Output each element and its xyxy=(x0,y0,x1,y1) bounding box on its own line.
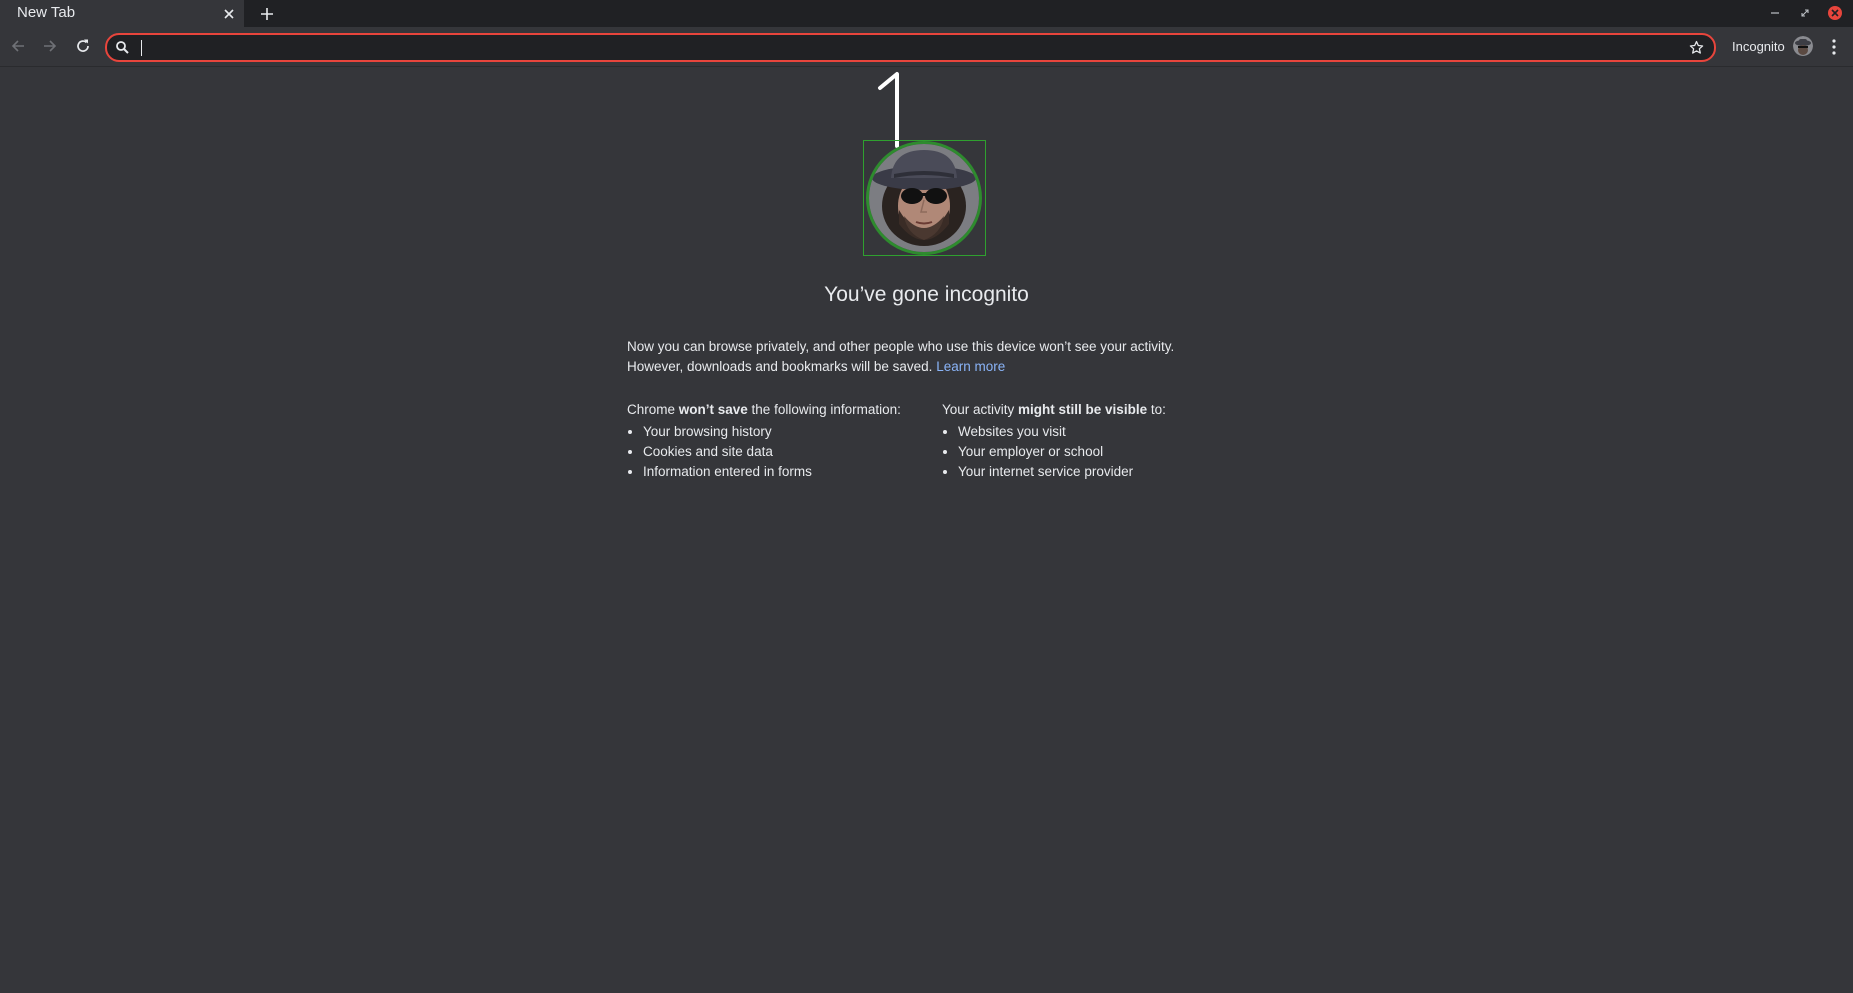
list-item: Information entered in forms xyxy=(643,462,901,482)
still-visible-prefix: Your activity xyxy=(942,402,1019,417)
window-close-icon[interactable] xyxy=(1825,3,1845,23)
list-item: Your internet service provider xyxy=(958,462,1166,482)
still-visible-heading: Your activity might still be visible to: xyxy=(942,400,1166,420)
kebab-menu-icon[interactable] xyxy=(1826,36,1842,58)
intro-line-1: Now you can browse privately, and other … xyxy=(627,339,1175,354)
tab-strip: New Tab xyxy=(0,0,1853,27)
wont-save-list: Your browsing history Cookies and site d… xyxy=(627,422,901,482)
intro-text: Now you can browse privately, and other … xyxy=(627,337,1227,377)
wont-save-bold: won’t save xyxy=(678,402,748,417)
search-icon xyxy=(115,40,130,55)
wont-save-prefix: Chrome xyxy=(627,402,679,417)
address-input[interactable] xyxy=(137,37,1661,60)
still-visible-column: Your activity might still be visible to:… xyxy=(942,400,1166,482)
wont-save-column: Chrome won’t save the following informat… xyxy=(627,400,901,482)
still-visible-suffix: to: xyxy=(1147,402,1166,417)
list-item: Cookies and site data xyxy=(643,442,901,462)
tab-new-tab[interactable]: New Tab xyxy=(0,0,244,27)
tab-title: New Tab xyxy=(17,4,76,21)
learn-more-link[interactable]: Learn more xyxy=(936,359,1005,374)
text-caret xyxy=(141,40,142,56)
back-arrow-icon[interactable] xyxy=(7,35,29,57)
toolbar: Incognito xyxy=(0,27,1853,67)
close-icon[interactable] xyxy=(220,5,237,22)
page-title: You’ve gone incognito xyxy=(824,283,1029,306)
minimize-icon[interactable] xyxy=(1765,3,1785,23)
omnibox[interactable] xyxy=(105,33,1716,62)
incognito-avatar-large xyxy=(866,141,982,255)
forward-arrow-icon[interactable] xyxy=(39,35,61,57)
list-item: Websites you visit xyxy=(958,422,1166,442)
incognito-avatar[interactable] xyxy=(1793,36,1813,56)
reload-icon[interactable] xyxy=(72,35,94,57)
intro-line-2-text: However, downloads and bookmarks will be… xyxy=(627,359,933,374)
intro-line-2: However, downloads and bookmarks will be… xyxy=(627,357,1227,377)
wont-save-heading: Chrome won’t save the following informat… xyxy=(627,400,901,420)
still-visible-bold: might still be visible xyxy=(1018,402,1148,417)
incognito-page: You’ve gone incognito Now you can browse… xyxy=(0,67,1853,993)
plus-icon[interactable] xyxy=(256,3,277,24)
annotation-number xyxy=(878,72,899,148)
wont-save-suffix: the following information: xyxy=(747,402,901,417)
still-visible-list: Websites you visit Your employer or scho… xyxy=(942,422,1166,482)
list-item: Your employer or school xyxy=(958,442,1166,462)
list-item: Your browsing history xyxy=(643,422,901,442)
avatar-highlight-box xyxy=(863,140,986,256)
star-icon[interactable] xyxy=(1687,38,1706,57)
restore-icon[interactable] xyxy=(1795,3,1815,23)
incognito-label[interactable]: Incognito xyxy=(1732,39,1785,54)
